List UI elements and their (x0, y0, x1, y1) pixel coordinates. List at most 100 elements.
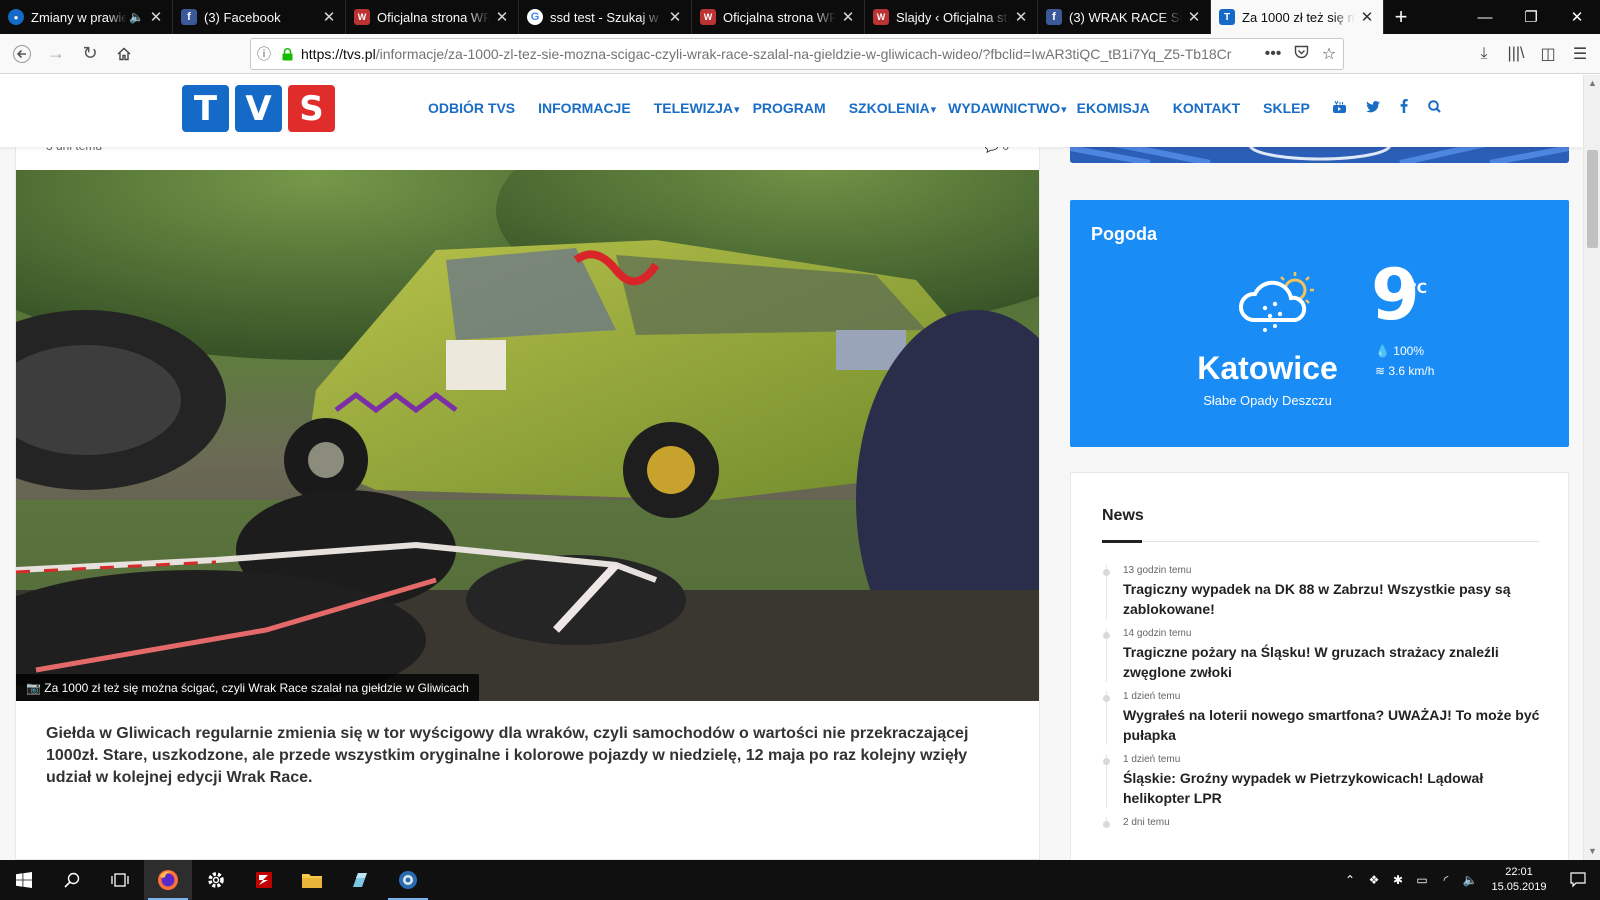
search-icon[interactable] (48, 860, 96, 900)
tvs-favicon: T (1219, 9, 1235, 25)
nav-odbior[interactable]: ODBIÓR TVS (428, 100, 515, 116)
nav-kontakt[interactable]: KONTAKT (1173, 100, 1240, 116)
tab-title: (3) WRAK RACE Silesi (1069, 9, 1182, 25)
site-logo[interactable]: T V S (182, 85, 335, 132)
pocket-icon[interactable] (1287, 45, 1315, 64)
settings-gear-icon[interactable] (192, 860, 240, 900)
lock-icon[interactable] (277, 47, 297, 61)
tray-expand-icon[interactable]: ⌃ (1338, 873, 1362, 887)
weather-description: Słabe Opady Deszczu (1203, 393, 1332, 408)
tab-close-icon[interactable]: ✕ (840, 8, 856, 26)
image-viewer-icon[interactable] (384, 860, 432, 900)
scroll-down-icon[interactable]: ▼ (1584, 843, 1600, 860)
file-explorer-icon[interactable] (288, 860, 336, 900)
speaker-icon[interactable]: 🔈 (129, 10, 144, 24)
news-headline[interactable]: Śląskie: Groźny wypadek w Pietrzykowicac… (1123, 768, 1542, 808)
downloads-icon[interactable]: ⤓ (1468, 38, 1500, 70)
tab-title: Zmiany w prawie (31, 9, 128, 25)
menu-icon[interactable]: ☰ (1564, 38, 1596, 70)
nav-sklep[interactable]: SKLEP (1263, 100, 1310, 116)
tab-close-icon[interactable]: ✕ (494, 8, 510, 26)
news-widget: News 13 godzin temu Tragiczny wypadek na… (1070, 472, 1569, 860)
new-tab-button[interactable]: + (1384, 0, 1418, 34)
wrak-favicon: W (354, 9, 370, 25)
tray-app-icon[interactable]: ✱ (1386, 873, 1410, 887)
image-caption: 📷 Za 1000 zł też się można ścigać, czyli… (16, 674, 479, 701)
volume-icon[interactable]: 🔈 (1458, 873, 1482, 887)
windows-start-icon[interactable] (0, 860, 48, 900)
action-center-icon[interactable] (1556, 872, 1600, 888)
address-bar[interactable]: ⓘ https://tvs.pl/informacje/za-1000-zl-t… (250, 38, 1344, 70)
tab-close-icon[interactable]: ✕ (321, 8, 337, 26)
url-text[interactable]: https://tvs.pl/informacje/za-1000-zl-tez… (297, 46, 1259, 62)
browser-tab[interactable]: f (3) WRAK RACE Silesi ✕ (1038, 0, 1211, 34)
facebook-icon[interactable] (1400, 98, 1408, 116)
article-hero-image[interactable]: 📷 Za 1000 zł też się można ścigać, czyli… (16, 170, 1039, 701)
firefox-icon[interactable] (144, 860, 192, 900)
news-title: News (1102, 507, 1144, 524)
news-item[interactable]: 14 godzin temu Tragiczne pożary na Śląsk… (1103, 628, 1542, 682)
forward-icon[interactable]: → (40, 38, 72, 70)
nav-telewizja[interactable]: TELEWIZJA (654, 100, 740, 116)
dropbox-icon[interactable]: ❖ (1362, 873, 1386, 887)
youtube-icon[interactable] (1332, 100, 1346, 116)
close-window-icon[interactable]: ✕ (1554, 0, 1600, 34)
search-icon[interactable] (1428, 99, 1441, 116)
restore-icon[interactable]: ❐ (1508, 0, 1554, 34)
news-item[interactable]: 1 dzień temu Wygrałeś na loterii nowego … (1103, 691, 1542, 745)
tab-close-icon[interactable]: ✕ (148, 8, 164, 26)
sidebar-icon[interactable]: ◫ (1532, 38, 1564, 70)
browser-tab[interactable]: W Oficjalna strona WRA ✕ (346, 0, 519, 34)
twitter-icon[interactable] (1365, 100, 1380, 116)
home-icon[interactable] (108, 38, 140, 70)
news-item[interactable]: 2 dni temu (1103, 817, 1542, 828)
window-controls: — ❐ ✕ (1462, 0, 1600, 34)
news-divider-accent (1102, 540, 1142, 543)
wifi-icon[interactable]: ◜ (1434, 873, 1458, 887)
tvs-favicon: ● (8, 9, 24, 25)
nav-informacje[interactable]: INFORMACJE (538, 100, 631, 116)
wrak-favicon: W (873, 9, 889, 25)
nav-ekomisja[interactable]: EKOMISJA (1077, 100, 1150, 116)
nav-program[interactable]: PROGRAM (753, 100, 826, 116)
browser-tab-active[interactable]: T Za 1000 zł też się moż ✕ (1211, 0, 1384, 34)
browser-tab[interactable]: f (3) Facebook ✕ (173, 0, 346, 34)
task-view-icon[interactable] (96, 860, 144, 900)
info-icon[interactable]: ⓘ (251, 44, 277, 64)
filezilla-icon[interactable] (240, 860, 288, 900)
tab-close-icon[interactable]: ✕ (667, 8, 683, 26)
news-time: 13 godzin temu (1123, 565, 1192, 576)
minimize-icon[interactable]: — (1462, 0, 1508, 34)
page-actions-icon[interactable]: ••• (1259, 45, 1287, 63)
news-item[interactable]: 1 dzień temu Śląskie: Groźny wypadek w P… (1103, 754, 1542, 808)
notepad-app-icon[interactable] (336, 860, 384, 900)
scroll-up-icon[interactable]: ▲ (1584, 75, 1600, 92)
tab-close-icon[interactable]: ✕ (1359, 8, 1375, 26)
google-favicon: G (527, 9, 543, 25)
page-scrollbar[interactable]: ▲ ▼ (1583, 75, 1600, 860)
back-icon[interactable] (6, 38, 38, 70)
system-clock[interactable]: 22:01 15.05.2019 (1482, 865, 1556, 895)
battery-icon[interactable]: ▭ (1410, 873, 1434, 887)
news-time: 2 dni temu (1123, 817, 1170, 828)
nav-wydawnictwo[interactable]: WYDAWNICTWO (948, 100, 1067, 116)
nav-szkolenia[interactable]: SZKOLENIA (849, 100, 936, 116)
browser-tab[interactable]: G ssd test - Szukaj w Go ✕ (519, 0, 692, 34)
browser-tab[interactable]: W Slajdy ‹ Oficjalna stro ✕ (865, 0, 1038, 34)
weather-title: Pogoda (1091, 224, 1157, 244)
bookmark-star-icon[interactable]: ☆ (1315, 44, 1343, 64)
tab-close-icon[interactable]: ✕ (1013, 8, 1029, 26)
site-header: T V S ODBIÓR TVS INFORMACJE TELEWIZJA PR… (0, 75, 1583, 147)
reload-icon[interactable]: ↻ (74, 38, 106, 70)
browser-tab[interactable]: W Oficjalna strona WRA ✕ (692, 0, 865, 34)
main-navigation: ODBIÓR TVS INFORMACJE TELEWIZJA PROGRAM … (428, 98, 1461, 116)
browser-tab[interactable]: ● Zmiany w prawie 🔈 ✕ (0, 0, 173, 34)
url-host: https://tvs.pl (301, 46, 376, 62)
tab-close-icon[interactable]: ✕ (1186, 8, 1202, 26)
news-headline[interactable]: Wygrałeś na loterii nowego smartfona? UW… (1123, 705, 1542, 745)
library-icon[interactable]: |||\ (1500, 38, 1532, 70)
scrollbar-thumb[interactable] (1587, 150, 1598, 248)
news-headline[interactable]: Tragiczny wypadek na DK 88 w Zabrzu! Wsz… (1123, 579, 1542, 619)
news-headline[interactable]: Tragiczne pożary na Śląsku! W gruzach st… (1123, 642, 1542, 682)
news-item[interactable]: 13 godzin temu Tragiczny wypadek na DK 8… (1103, 565, 1542, 619)
